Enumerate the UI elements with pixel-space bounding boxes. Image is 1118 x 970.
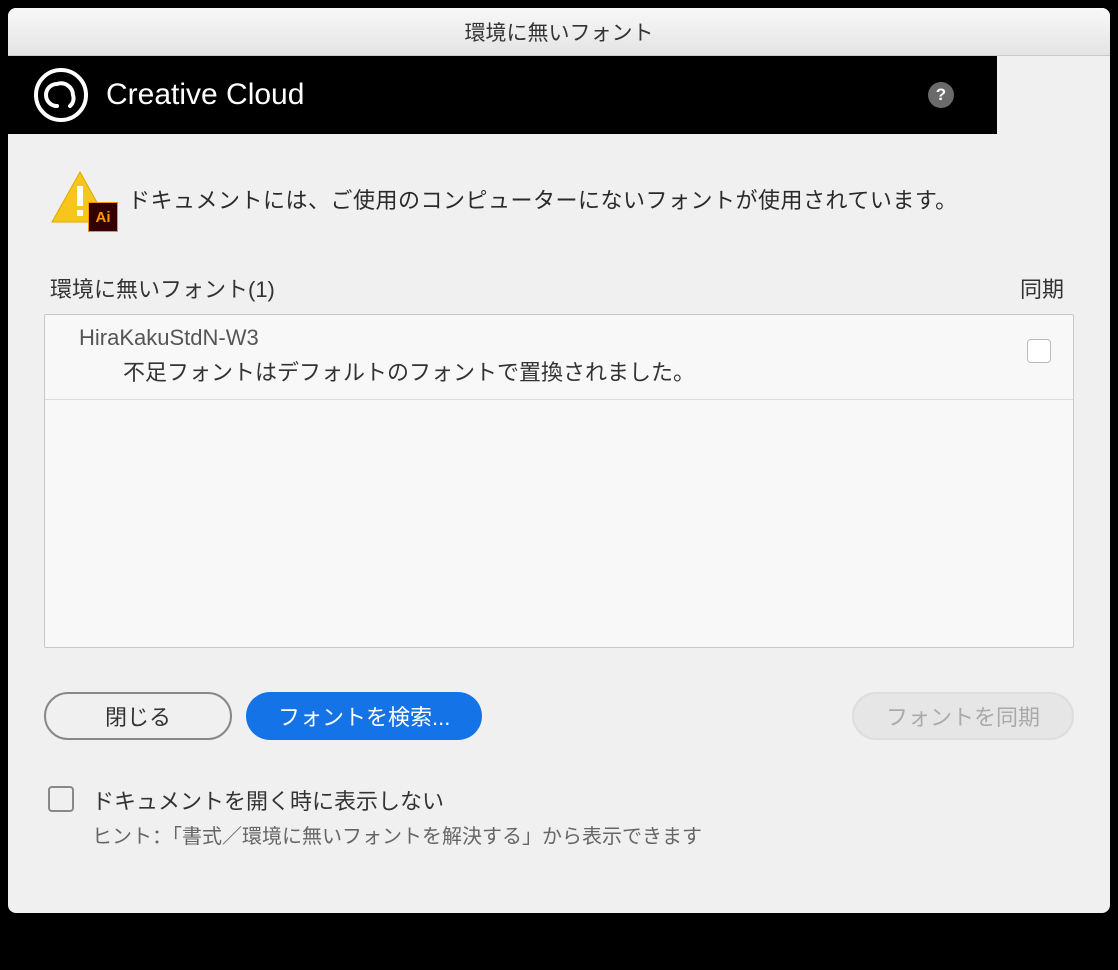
font-list[interactable]: HiraKakuStdN-W3 不足フォントはデフォルトのフォントで置換されまし… [44, 314, 1074, 648]
header-tab-blank [997, 56, 1110, 134]
font-replacement-message: 不足フォントはデフォルトのフォントで置換されました。 [79, 355, 1027, 387]
font-name: HiraKakuStdN-W3 [79, 325, 1027, 351]
missing-fonts-column-label: 環境に無いフォント(1) [50, 272, 275, 304]
close-button[interactable]: 閉じる [44, 692, 232, 740]
warning-message: ドキュメントには、ご使用のコンピューターにないフォントが使用されています。 [128, 183, 958, 215]
dont-show-row: ドキュメントを開く時に表示しない ヒント：「書式／環境に無いフォントを解決する」… [44, 784, 1074, 877]
content-area: Ai ドキュメントには、ご使用のコンピューターにないフォントが使用されています。… [8, 134, 1110, 913]
missing-fonts-dialog: 環境に無いフォント Creative Cloud ? Ai [8, 8, 1110, 913]
sync-fonts-button: フォントを同期 [852, 692, 1074, 740]
button-row: 閉じる フォントを検索... フォントを同期 [44, 692, 1074, 740]
dont-show-checkbox[interactable] [48, 786, 74, 812]
illustrator-badge-icon: Ai [88, 202, 118, 232]
hint-text: ヒント：「書式／環境に無いフォントを解決する」から表示できます [92, 820, 702, 849]
columns-header: 環境に無いフォント(1) 同期 [44, 272, 1074, 314]
titlebar: 環境に無いフォント [8, 8, 1110, 56]
titlebar-text: 環境に無いフォント [465, 17, 654, 47]
font-row: HiraKakuStdN-W3 不足フォントはデフォルトのフォントで置換されまし… [45, 315, 1073, 400]
sync-column-label: 同期 [1020, 272, 1064, 304]
header-title: Creative Cloud [106, 78, 928, 112]
creative-cloud-icon [34, 68, 88, 122]
sync-checkbox[interactable] [1027, 339, 1051, 363]
dont-show-label: ドキュメントを開く時に表示しない [92, 784, 702, 816]
warning-icon: Ai [50, 170, 116, 228]
header: Creative Cloud ? [8, 56, 1110, 134]
warning-row: Ai ドキュメントには、ご使用のコンピューターにないフォントが使用されています。 [44, 170, 1074, 228]
help-icon[interactable]: ? [928, 82, 954, 108]
find-fonts-button[interactable]: フォントを検索... [246, 692, 482, 740]
